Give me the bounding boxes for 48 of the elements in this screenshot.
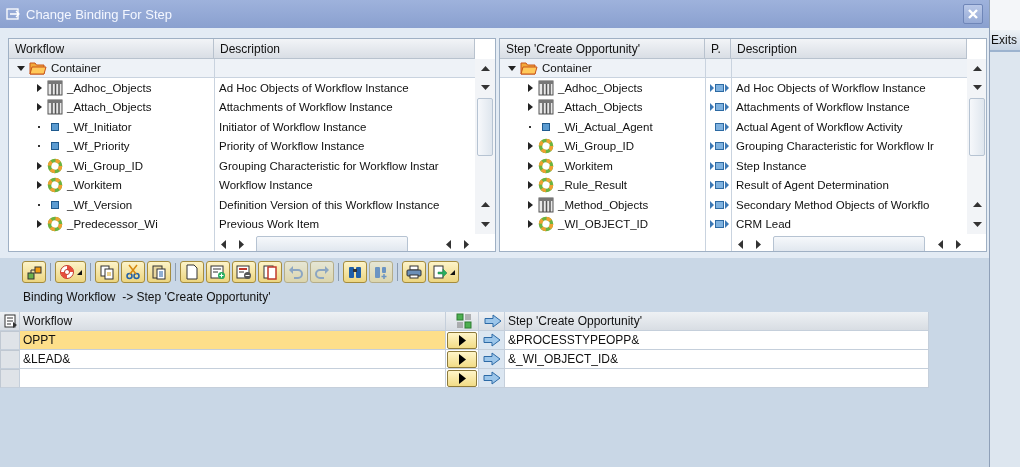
tree-node-label[interactable]: _WI_OBJECT_ID <box>558 218 649 231</box>
binding-title: Binding Workflow -> Step 'Create Opportunity' <box>23 290 271 304</box>
column-header: Step 'Create Opportunity' <box>508 314 642 328</box>
tree-node-label[interactable]: _Wf_Version <box>67 198 133 211</box>
description-text: Ad Hoc Objects of Workflow Instance <box>219 81 409 94</box>
column-header: Workflow <box>23 314 73 328</box>
tree-node-label[interactable]: _Wi_Group_ID <box>558 140 635 153</box>
description-text: Actual Agent of Workflow Activity <box>736 120 903 133</box>
tree-node-label[interactable]: _Method_Objects <box>558 198 649 211</box>
exits-tab[interactable]: Exits <box>990 30 1020 52</box>
column-header[interactable]: Workflow <box>9 39 214 59</box>
description-text: Priority of Workflow Instance <box>219 140 365 153</box>
description-text: Result of Agent Determination <box>736 179 889 192</box>
tree-node-label[interactable]: _Rule_Result <box>558 179 628 192</box>
description-text: Step Instance <box>736 159 807 172</box>
description-text: Ad Hoc Objects of Workflow Instance <box>736 81 926 94</box>
column-header[interactable]: Step 'Create Opportunity' <box>500 39 705 59</box>
window-title: Change Binding For Step <box>26 6 173 22</box>
tree-node-label[interactable]: _Attach_Objects <box>67 101 152 114</box>
tree-node-label[interactable]: _Attach_Objects <box>558 101 643 114</box>
input-field[interactable]: &PROCESSTYPEOPP& <box>505 331 929 350</box>
input-field[interactable]: &LEAD& <box>20 350 446 369</box>
description-text: Secondary Method Objects of Workflo <box>736 198 930 211</box>
tree-node-label[interactable]: _Predecessor_Wi <box>67 218 158 231</box>
tree-node-label[interactable]: _Wf_Priority <box>67 140 130 153</box>
tree-node-label[interactable]: _Wi_Group_ID <box>67 159 144 172</box>
description-text: Grouping Characteristic for Workflow Ir <box>736 140 934 153</box>
tree-node-label[interactable]: _Adhoc_Objects <box>558 81 643 94</box>
description-text: Attachments of Workflow Instance <box>219 101 393 114</box>
input-field[interactable]: OPPT <box>20 331 446 350</box>
tree-node-label[interactable]: Container <box>51 61 101 74</box>
column-header[interactable]: Description <box>214 39 475 59</box>
description-text: Workflow Instance <box>219 179 313 192</box>
tree-node-label[interactable]: _Workitem <box>67 179 122 192</box>
tree-node-label[interactable]: Container <box>542 61 592 74</box>
description-text: Initiator of Workflow Instance <box>219 120 367 133</box>
description-text: CRM Lead <box>736 218 791 231</box>
input-field[interactable]: &_WI_OBJECT_ID& <box>505 350 929 369</box>
tree-node-label[interactable]: _Wi_Actual_Agent <box>558 120 653 133</box>
description-text: Attachments of Workflow Instance <box>736 101 910 114</box>
column-header[interactable]: Description <box>731 39 967 59</box>
tree-node-label[interactable]: _Adhoc_Objects <box>67 81 152 94</box>
description-text: Previous Work Item <box>219 218 320 231</box>
tree-node-label[interactable]: _Workitem <box>558 159 613 172</box>
description-text: Definition Version of this Workflow Instance <box>219 198 440 211</box>
column-header[interactable]: P. <box>705 39 731 59</box>
description-text: Grouping Characteristic for Workflow Instar <box>219 159 439 172</box>
tree-node-label[interactable]: _Wf_Initiator <box>67 120 132 133</box>
